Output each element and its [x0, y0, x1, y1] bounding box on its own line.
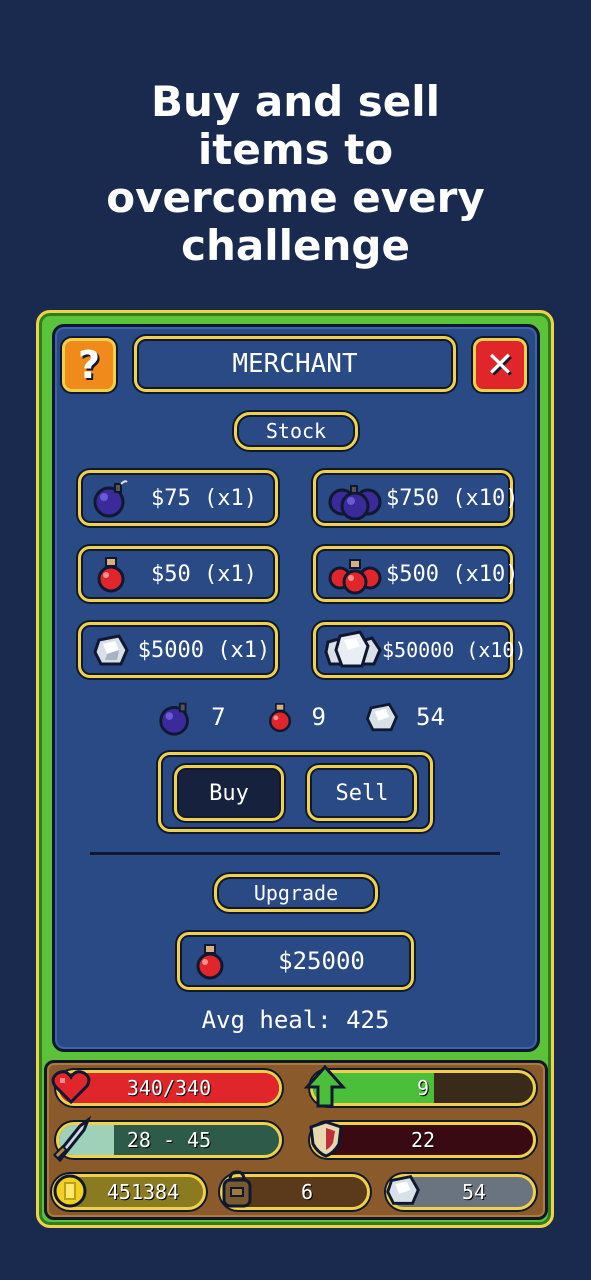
buy-gem-x1-button[interactable]: $5000 (x1)	[78, 622, 278, 678]
potion-icon	[188, 941, 232, 981]
title-text: MERCHANT	[232, 349, 358, 379]
bomb-icon	[155, 697, 197, 737]
buy-gem-x10-button[interactable]: $50000 (x10)	[313, 622, 527, 678]
avg-heal-text: Avg heal: 425	[201, 1006, 390, 1034]
close-icon: ✕	[485, 345, 515, 385]
bombs-bundle-icon	[324, 476, 386, 520]
stock-label: Stock	[234, 412, 358, 450]
headline: Buy and sell items to overcome every cha…	[0, 78, 591, 270]
buy-tab[interactable]: Buy	[174, 765, 284, 821]
upgrade-price: $25000	[278, 947, 365, 975]
headline-line: overcome every	[106, 173, 485, 222]
stock-text: Stock	[265, 419, 327, 443]
potions-bundle-icon	[324, 552, 386, 596]
headline-line: items to	[197, 125, 394, 174]
shield-icon	[306, 1118, 346, 1160]
heart-icon	[50, 1066, 92, 1108]
gem-icon	[362, 697, 402, 737]
buy-tab-label: Buy	[209, 780, 249, 806]
divider	[90, 852, 500, 855]
potion-icon	[89, 554, 133, 594]
gold-coin-icon	[50, 1170, 90, 1212]
upgrade-text: Upgrade	[253, 881, 339, 905]
backpack-icon	[216, 1168, 258, 1212]
gems-bundle-icon	[324, 628, 382, 672]
potion-icon	[262, 697, 298, 737]
inventory-counts: 7 9 54	[140, 695, 460, 739]
buy-bomb-x10-button[interactable]: $750 (x10)	[313, 470, 518, 526]
item-price: $75 (x1)	[151, 485, 257, 511]
bomb-count: 7	[211, 703, 226, 731]
sword-icon	[50, 1116, 94, 1162]
item-price: $5000 (x1)	[137, 637, 271, 663]
upgrade-label: Upgrade	[214, 874, 378, 912]
gem-icon	[89, 630, 133, 670]
buy-bomb-x1-button[interactable]: $75 (x1)	[78, 470, 278, 526]
question-icon: ?	[77, 343, 101, 387]
upgrade-potion-button[interactable]: $25000	[177, 932, 414, 990]
level-up-arrow-icon	[304, 1064, 346, 1110]
health-text: 340/340	[126, 1076, 212, 1100]
item-price: $750 (x10)	[386, 485, 519, 511]
item-price: $50 (x1)	[151, 561, 257, 587]
item-price: $500 (x10)	[386, 561, 519, 587]
gem-icon	[382, 1168, 424, 1212]
close-button[interactable]: ✕	[473, 338, 527, 392]
headline-line: challenge	[181, 221, 410, 270]
buy-potion-x1-button[interactable]: $50 (x1)	[78, 546, 278, 602]
item-price: $50000 (x10)	[382, 638, 527, 662]
buy-potion-x10-button[interactable]: $500 (x10)	[313, 546, 518, 602]
sell-tab-label: Sell	[335, 780, 389, 806]
headline-line: Buy and sell	[150, 77, 441, 126]
bomb-icon	[89, 478, 133, 518]
page-title: MERCHANT	[134, 336, 456, 392]
gem-count: 54	[416, 703, 445, 731]
sell-tab[interactable]: Sell	[307, 765, 417, 821]
defense-text: 22	[410, 1128, 436, 1152]
level-text: 9	[416, 1076, 430, 1100]
help-button[interactable]: ?	[62, 338, 116, 392]
potion-count: 9	[311, 703, 326, 731]
